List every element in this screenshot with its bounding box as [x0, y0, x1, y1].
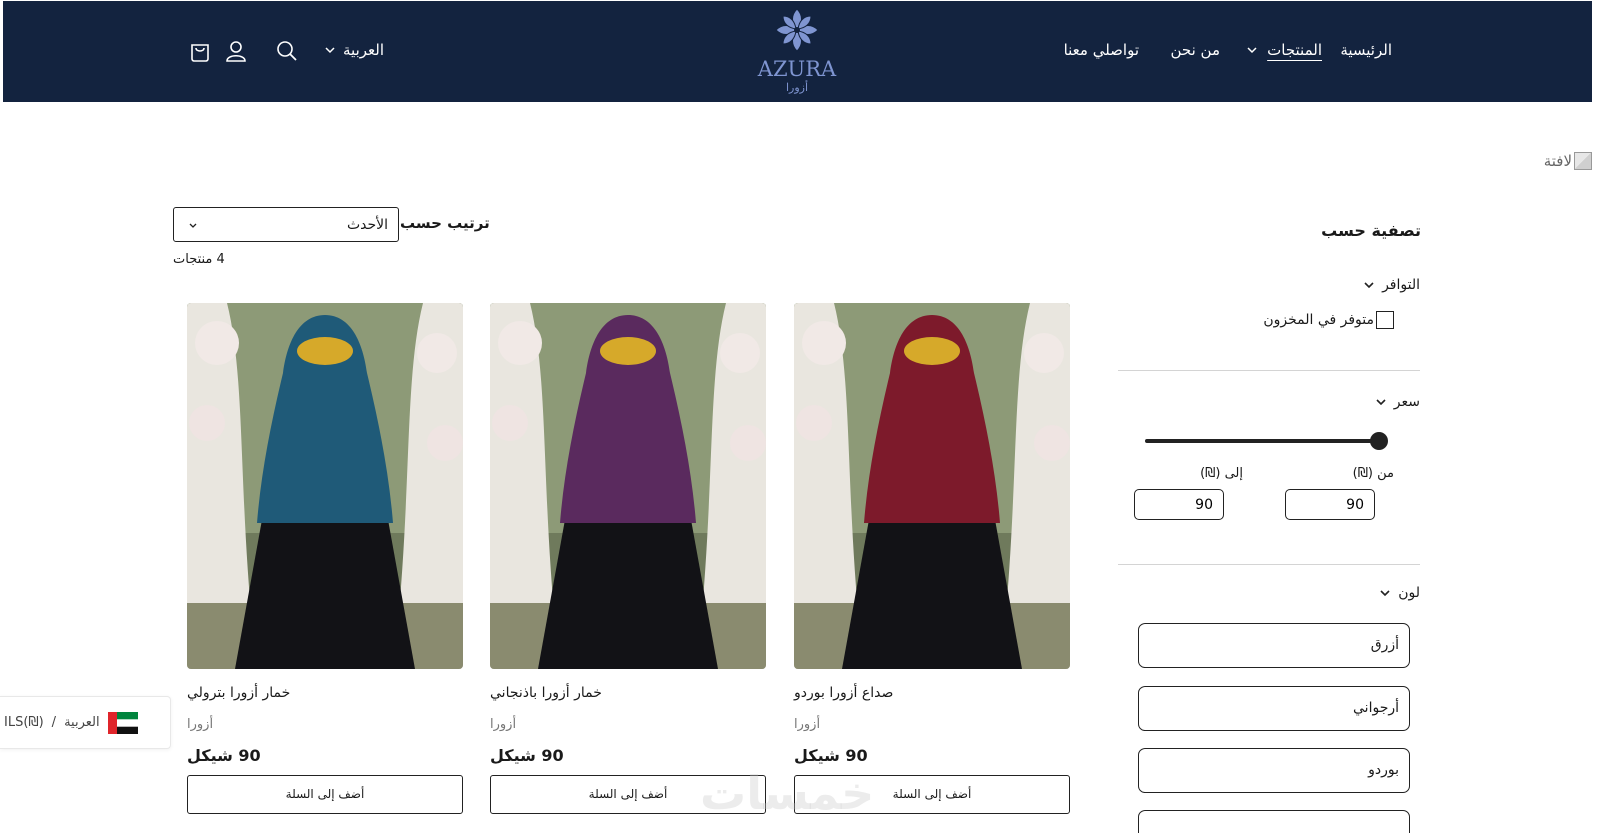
product-price: 90 شيكل	[490, 746, 564, 765]
broken-image-icon	[1574, 152, 1592, 170]
product-title[interactable]: خمار أزورا بترولي	[187, 685, 463, 701]
logo-subtitle: أزورا	[785, 81, 809, 94]
sort-select[interactable]: الأحدث	[173, 207, 399, 242]
language-selector[interactable]: العربية	[323, 41, 384, 59]
in-stock-checkbox[interactable]	[1376, 311, 1394, 329]
language-label: العربية	[343, 41, 384, 59]
logo-wordmark: AZURA	[757, 57, 837, 81]
nav-about[interactable]: من نحن	[1171, 41, 1221, 59]
garment-skirt	[842, 503, 1022, 669]
nav-products[interactable]: المنتجات	[1245, 41, 1322, 59]
facet-availability-label: التوافر	[1382, 277, 1420, 293]
nav-products-label: المنتجات	[1267, 41, 1322, 59]
price-to-input[interactable]	[1134, 489, 1224, 520]
nav-contact[interactable]: تواصلي معنا	[1064, 41, 1139, 59]
banner-image: لافتة	[1544, 152, 1592, 170]
color-option-purple[interactable]: أرجواني	[1138, 686, 1410, 731]
locale-selector[interactable]: ILS(₪) / العربية	[0, 696, 171, 749]
in-stock-label: متوفر في المخزون	[1263, 312, 1374, 328]
garment-skirt	[235, 503, 415, 669]
filter-divider	[1118, 370, 1420, 371]
product-vendor: أزورا	[187, 717, 214, 732]
sort-value: الأحدث	[346, 216, 388, 233]
currency-label: ILS(₪)	[4, 715, 44, 730]
price-slider-track[interactable]	[1145, 439, 1381, 443]
cart-icon[interactable]	[187, 38, 213, 64]
in-stock-filter[interactable]: متوفر في المخزون	[1263, 311, 1394, 329]
product-photo-illustration	[187, 303, 463, 669]
product-photo-illustration	[490, 303, 766, 669]
price-to-label: إلى (₪)	[1200, 466, 1243, 481]
product-card: خمار أزورا باذنجاني أزورا 90 شيكل أضف إل…	[490, 303, 766, 815]
product-image[interactable]	[187, 303, 463, 669]
account-icon[interactable]	[223, 38, 249, 64]
flower-logo-icon	[775, 8, 819, 52]
filter-divider	[1118, 564, 1420, 565]
price-slider-handle[interactable]	[1370, 432, 1388, 450]
site-logo[interactable]: AZURA أزورا	[749, 7, 845, 97]
add-to-cart-button[interactable]: أضف إلى السلة	[490, 775, 766, 814]
product-photo-illustration	[794, 303, 1070, 669]
product-image[interactable]	[794, 303, 1070, 669]
facet-color-toggle[interactable]: لون	[1378, 585, 1420, 601]
filter-title: تصفية حسب	[1321, 221, 1421, 240]
nav-home[interactable]: الرئيسية	[1340, 41, 1392, 59]
product-image[interactable]	[490, 303, 766, 669]
product-title[interactable]: صداع أزورا بوردو	[794, 685, 1070, 701]
color-option-blue[interactable]: أزرق	[1138, 623, 1410, 668]
product-count: 4 منتجات	[173, 252, 225, 267]
locale-separator: /	[51, 715, 57, 730]
color-option-burgundy[interactable]: بوردو	[1138, 748, 1410, 793]
search-icon[interactable]	[274, 38, 300, 64]
product-price: 90 شيكل	[794, 746, 868, 765]
chevron-down-icon	[186, 218, 200, 232]
chevron-down-icon	[1362, 278, 1376, 292]
locale-language: العربية	[64, 715, 100, 730]
product-card: صداع أزورا بوردو أزورا 90 شيكل أضف إلى ا…	[794, 303, 1070, 815]
add-to-cart-button[interactable]: أضف إلى السلة	[794, 775, 1070, 814]
facet-price-toggle[interactable]: سعر	[1374, 394, 1420, 410]
product-vendor: أزورا	[794, 717, 821, 732]
garment-skirt	[538, 503, 718, 669]
add-to-cart-button[interactable]: أضف إلى السلة	[187, 775, 463, 814]
facet-availability-toggle[interactable]: التوافر	[1362, 277, 1420, 293]
product-card: خمار أزورا بترولي أزورا 90 شيكل أضف إلى …	[187, 303, 463, 815]
facet-color-label: لون	[1398, 585, 1420, 601]
chevron-down-icon	[1374, 395, 1388, 409]
facet-price-label: سعر	[1393, 394, 1420, 410]
color-option-more[interactable]: ...	[1138, 810, 1410, 833]
sort-label: ترتيب حسب	[400, 214, 490, 232]
uae-flag-icon	[107, 711, 138, 734]
chevron-down-icon	[1245, 43, 1259, 57]
price-from-label: من (₪)	[1352, 466, 1394, 481]
site-header: الرئيسية المنتجات من نحن تواصلي معنا AZU…	[3, 1, 1592, 102]
product-price: 90 شيكل	[187, 746, 261, 765]
banner-alt-text: لافتة	[1543, 152, 1572, 170]
chevron-down-icon	[1378, 586, 1392, 600]
price-from-input[interactable]	[1285, 489, 1375, 520]
product-title[interactable]: خمار أزورا باذنجاني	[490, 685, 766, 701]
product-vendor: أزورا	[490, 717, 517, 732]
chevron-down-icon	[323, 43, 337, 57]
